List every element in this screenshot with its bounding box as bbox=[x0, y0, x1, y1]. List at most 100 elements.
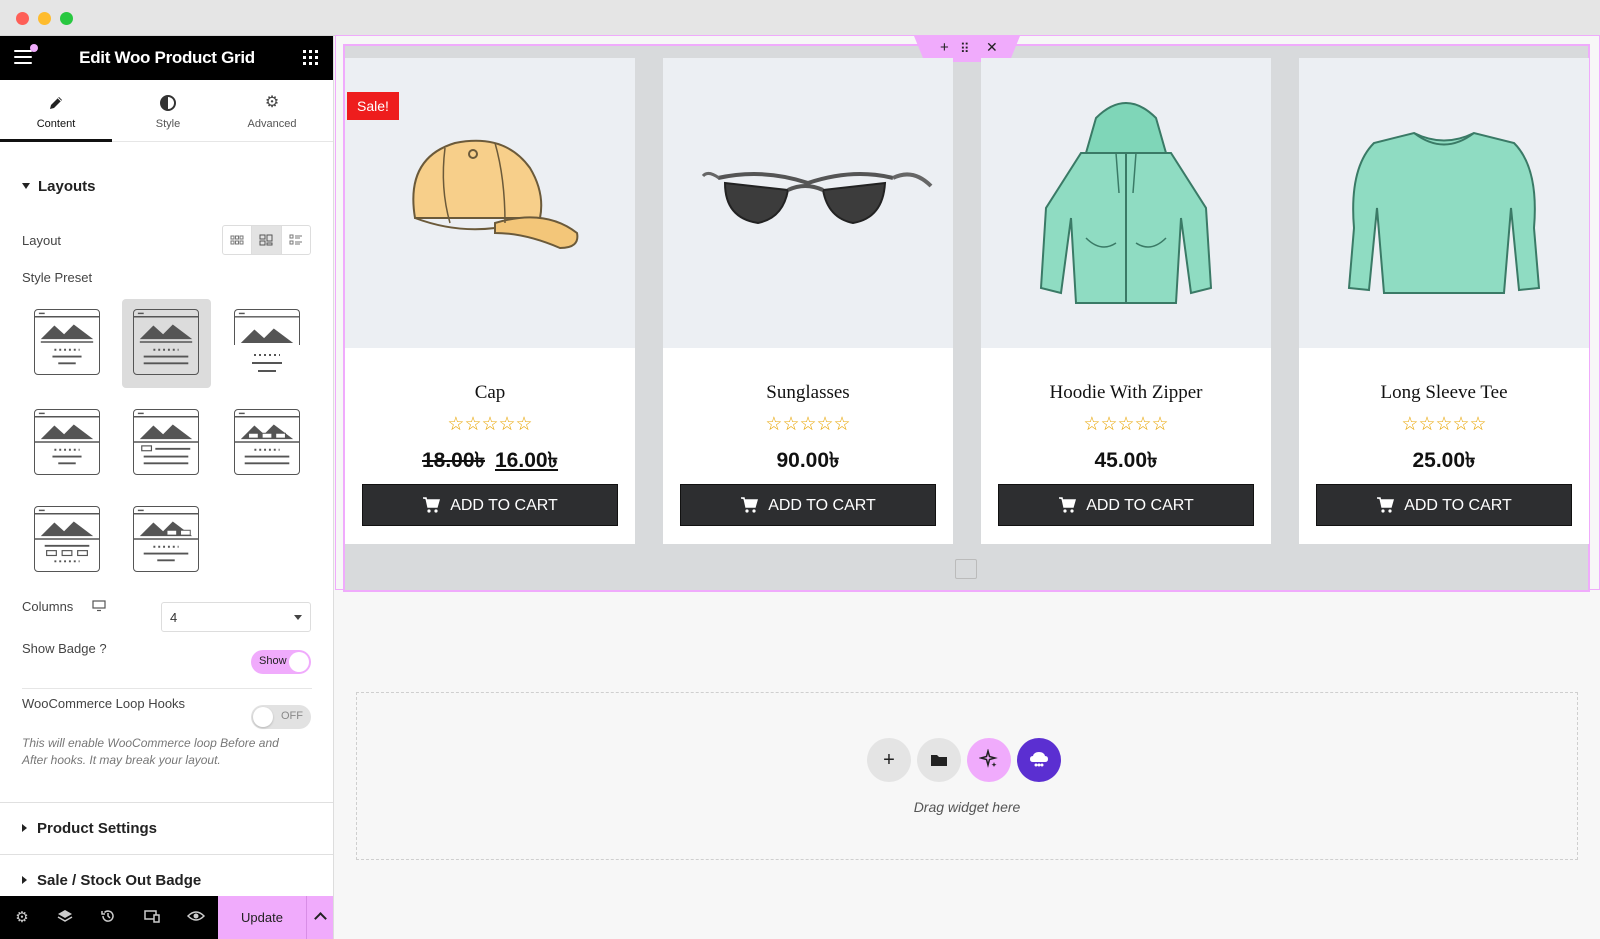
style-preset-4[interactable] bbox=[34, 409, 100, 475]
sunglasses-image bbox=[701, 171, 933, 225]
add-to-cart-label: ADD TO CART bbox=[1404, 497, 1512, 514]
tab-advanced[interactable]: ⚙ Advanced bbox=[216, 80, 328, 142]
style-preset-2[interactable] bbox=[133, 309, 199, 375]
add-to-cart-button[interactable]: ADD TO CART bbox=[1316, 484, 1572, 526]
section-layouts-toggle[interactable]: Layouts bbox=[22, 178, 96, 195]
loop-hooks-label: WooCommerce Loop Hooks bbox=[22, 696, 186, 711]
column-handle[interactable] bbox=[955, 559, 977, 579]
section-divider bbox=[0, 854, 333, 855]
ai-assistant-button[interactable] bbox=[967, 738, 1011, 782]
show-badge-toggle[interactable]: Show bbox=[251, 650, 311, 674]
cart-icon bbox=[740, 488, 759, 530]
window-titlebar bbox=[0, 0, 1600, 36]
tab-advanced-label: Advanced bbox=[247, 118, 297, 130]
layout-masonry-option[interactable] bbox=[251, 226, 281, 254]
pencil-icon bbox=[47, 94, 65, 112]
product-image[interactable] bbox=[663, 58, 953, 348]
columns-select[interactable]: 4 bbox=[161, 602, 311, 632]
settings-gear-icon[interactable]: ⚙ bbox=[12, 908, 32, 928]
product-name[interactable]: Hoodie With Zipper bbox=[981, 382, 1271, 404]
style-preset-6[interactable] bbox=[234, 409, 300, 475]
long-sleeve-tee-image bbox=[1347, 131, 1541, 294]
preview-eye-icon[interactable] bbox=[186, 908, 206, 928]
add-section-icon[interactable]: + bbox=[940, 39, 949, 56]
product-image[interactable] bbox=[1299, 58, 1589, 348]
section-product-settings-toggle[interactable]: Product Settings bbox=[22, 820, 157, 837]
toggle-knob bbox=[289, 652, 309, 672]
add-to-cart-button[interactable]: ADD TO CART bbox=[998, 484, 1254, 526]
loop-hooks-toggle[interactable]: OFF bbox=[251, 705, 311, 729]
rating-stars: ☆☆☆☆☆ bbox=[1401, 414, 1487, 435]
layout-label: Layout bbox=[22, 233, 62, 248]
style-preset-3[interactable] bbox=[234, 309, 300, 345]
layout-grid-option[interactable] bbox=[223, 226, 251, 254]
caret-right-icon bbox=[22, 824, 27, 832]
tab-content[interactable]: Content bbox=[0, 80, 112, 142]
product-price: 18.00৳ 16.00৳ bbox=[345, 444, 635, 479]
cloud-plugin-icon bbox=[1027, 749, 1051, 771]
add-template-button[interactable] bbox=[917, 738, 961, 782]
style-preset-7[interactable] bbox=[34, 506, 100, 572]
panel-title: Edit Woo Product Grid bbox=[79, 48, 255, 67]
product-name[interactable]: Sunglasses bbox=[663, 382, 953, 404]
style-preset-5[interactable] bbox=[133, 409, 199, 475]
cart-icon bbox=[1058, 488, 1077, 530]
drop-zone[interactable] bbox=[356, 692, 1578, 860]
style-preset-3-caption bbox=[252, 354, 282, 372]
add-to-cart-button[interactable]: ADD TO CART bbox=[362, 484, 618, 526]
product-price: 45.00৳ bbox=[981, 444, 1271, 479]
section-badge-heading: Sale / Stock Out Badge bbox=[37, 872, 202, 889]
rating-stars: ☆☆☆☆☆ bbox=[447, 414, 533, 435]
loop-hooks-toggle-text: OFF bbox=[281, 710, 303, 722]
list-layout-icon bbox=[289, 234, 302, 245]
toggle-knob bbox=[253, 707, 273, 727]
style-preset-8[interactable] bbox=[133, 506, 199, 572]
widgets-grid-icon[interactable] bbox=[303, 50, 318, 65]
close-window-button[interactable] bbox=[16, 12, 29, 25]
rating-stars: ☆☆☆☆☆ bbox=[1083, 414, 1169, 435]
show-badge-toggle-text: Show bbox=[259, 655, 287, 667]
add-to-cart-label: ADD TO CART bbox=[1086, 497, 1194, 514]
maximize-window-button[interactable] bbox=[60, 12, 73, 25]
product-image[interactable] bbox=[981, 58, 1271, 348]
product-card: Long Sleeve Tee ☆☆☆☆☆ 25.00৳ ADD TO CART bbox=[1299, 58, 1589, 544]
responsive-mode-icon[interactable] bbox=[142, 908, 162, 928]
tab-style-label: Style bbox=[155, 118, 181, 130]
divider bbox=[22, 688, 312, 689]
chevron-down-icon bbox=[294, 615, 302, 620]
columns-value: 4 bbox=[170, 610, 178, 625]
section-badge-toggle[interactable]: Sale / Stock Out Badge bbox=[22, 872, 201, 889]
product-card: Sale! Cap ☆☆☆☆☆ 18.00৳ 16.00৳ ADD TO CART bbox=[345, 58, 635, 544]
hoodie-image bbox=[1039, 102, 1213, 304]
close-section-icon[interactable]: ✕ bbox=[986, 39, 998, 56]
product-price: 90.00৳ bbox=[663, 444, 953, 479]
price: 90.00৳ bbox=[776, 449, 840, 472]
section-product-settings-heading: Product Settings bbox=[37, 820, 158, 837]
style-preset-1[interactable] bbox=[34, 309, 100, 375]
add-to-cart-label: ADD TO CART bbox=[450, 497, 558, 514]
drag-handle-icon[interactable]: ⠿ bbox=[960, 41, 969, 57]
template-library-button[interactable] bbox=[1017, 738, 1061, 782]
drop-zone-text: Drag widget here bbox=[913, 799, 1021, 815]
desktop-device-icon[interactable] bbox=[92, 599, 106, 617]
tab-style[interactable]: Style bbox=[112, 80, 224, 142]
layout-list-option[interactable] bbox=[280, 226, 310, 254]
layers-icon[interactable] bbox=[55, 908, 75, 928]
editor-panel: Edit Woo Product Grid Content Style ⚙ Ad… bbox=[0, 36, 334, 939]
add-to-cart-button[interactable]: ADD TO CART bbox=[680, 484, 936, 526]
product-name[interactable]: Long Sleeve Tee bbox=[1299, 382, 1589, 404]
update-options-button[interactable] bbox=[306, 896, 333, 939]
minimize-window-button[interactable] bbox=[38, 12, 51, 25]
tab-content-label: Content bbox=[36, 118, 76, 130]
section-layouts-heading: Layouts bbox=[38, 178, 96, 195]
layout-switch bbox=[222, 225, 311, 255]
chevron-up-icon bbox=[314, 912, 327, 925]
cart-icon bbox=[422, 488, 441, 530]
history-icon[interactable] bbox=[98, 908, 118, 928]
gear-icon: ⚙ bbox=[264, 94, 280, 111]
add-to-cart-label: ADD TO CART bbox=[768, 497, 876, 514]
product-name[interactable]: Cap bbox=[345, 382, 635, 404]
update-button[interactable]: Update bbox=[218, 896, 306, 939]
add-new-section-button[interactable]: + bbox=[867, 738, 911, 782]
sparkle-icon bbox=[978, 748, 999, 771]
